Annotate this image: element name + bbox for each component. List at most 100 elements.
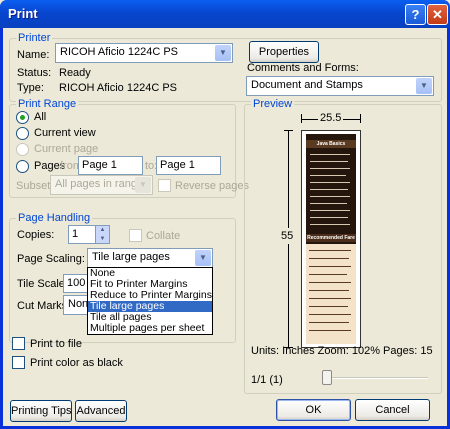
page-scaling-select[interactable]: Tile large pages ▼ [87,248,213,268]
menu-line [309,306,348,307]
page-counter: 1/1 (1) [251,374,283,386]
menu-line [310,154,350,155]
menu-line [309,298,351,299]
menu-line [310,217,348,218]
menu-line [310,161,348,162]
type-value: RICOH Aficio 1224C PS [59,82,177,94]
menu-line [310,210,350,211]
print-range-group-label: Print Range [16,98,79,110]
menu-light-section [306,244,356,344]
printer-name-label: Name: [17,49,50,61]
menu-line [309,282,351,283]
menu-line [310,224,350,225]
menu-line [310,175,346,176]
chevron-down-icon: ▼ [416,78,432,94]
subset-select[interactable]: All pages in range ▼ [50,175,153,195]
properties-button[interactable]: Properties [249,41,319,63]
all-radio[interactable] [16,111,29,124]
tile-scale-label: Tile Scale: [17,278,68,290]
menu-line [310,196,350,197]
menu-line [309,314,351,315]
copies-value: 1 [72,228,79,240]
type-label: Type: [17,82,44,94]
print-color-black-label: Print color as black [30,357,123,369]
reverse-pages-checkbox[interactable] [158,179,171,192]
menu-line [310,168,350,169]
printer-name-select[interactable]: RICOH Aficio 1224C PS ▼ [55,43,233,63]
reverse-pages-label: Reverse pages [175,180,249,192]
printing-tips-button[interactable]: Printing Tips [10,400,72,422]
collate-checkbox[interactable] [129,229,142,242]
ok-button[interactable]: OK [276,399,351,421]
help-button[interactable]: ? [405,4,426,25]
comments-forms-value: Document and Stamps [251,79,363,91]
dialog-body: Printer Name: RICOH Aficio 1224C PS ▼ Pr… [3,28,447,426]
copies-input[interactable]: 1 [68,225,96,244]
chevron-down-icon: ▼ [215,45,231,61]
menu-line [309,274,347,275]
current-view-radio[interactable] [16,127,29,140]
copies-stepper[interactable]: ▲ ▼ [96,225,110,244]
width-tick-left [301,114,302,123]
menu-line [309,250,351,251]
print-color-black-checkbox[interactable] [12,356,25,369]
scaling-option[interactable]: Multiple pages per sheet [88,323,212,334]
to-page-value: Page 1 [160,159,195,171]
height-tick-top [284,130,293,131]
menu-title-recommended: Recommended Fare [306,234,356,242]
status-value: Ready [59,67,91,79]
tile-scale-value: 100 [67,277,86,289]
preview-height-value: 55 [281,228,294,244]
copies-label: Copies: [17,229,55,241]
window-title: Print [8,6,38,21]
collate-label: Collate [146,230,181,242]
menu-line [309,258,349,259]
chevron-down-icon: ▼ [195,250,211,266]
preview-units-text: Units: Inches Zoom: 102% Pages: 15 [251,345,433,357]
menu-line [309,322,349,323]
printer-group-label: Printer [16,32,53,44]
print-to-file-checkbox[interactable] [12,337,25,350]
advanced-button[interactable]: Advanced [75,400,127,422]
menu-line [309,330,351,331]
menu-line [310,189,348,190]
current-page-radio[interactable] [16,143,29,156]
menu-line [309,290,349,291]
comments-forms-select[interactable]: Document and Stamps ▼ [246,76,434,96]
from-page-input[interactable]: Page 1 [78,156,143,175]
page-scaling-value: Tile large pages [92,251,170,263]
subset-value: All pages in range [55,178,144,190]
page-slider-track[interactable] [328,377,428,379]
print-dialog: Print ? ✕ Printer Name: RICOH Aficio 122… [0,0,450,429]
pages-radio[interactable] [16,160,29,173]
menu-line [310,182,350,183]
width-tick-right [360,114,361,123]
chevron-down-icon: ▼ [135,177,151,193]
page-scaling-label: Page Scaling: [17,253,85,265]
close-button[interactable]: ✕ [427,4,448,25]
page-handling-group-label: Page Handling [16,212,93,224]
to-page-input[interactable]: Page 1 [156,156,221,175]
all-label: All [34,111,47,123]
menu-title-java-basics: Java Basics [306,140,356,148]
status-label: Status: [17,67,52,79]
page-scaling-dropdown[interactable]: None Fit to Printer Margins Reduce to Pr… [87,267,213,335]
print-to-file-label: Print to file [30,338,82,350]
menu-image: Java Basics Recommended Fare [306,134,356,344]
stepper-down-icon: ▼ [99,236,106,242]
menu-line [309,266,351,267]
page-preview: Java Basics Recommended Fare [301,130,361,348]
from-page-value: Page 1 [82,159,117,171]
current-page-label: Current page [34,143,99,155]
subset-label: Subset: [16,180,54,192]
stepper-up-icon: ▲ [99,227,106,233]
current-view-label: Current view [34,127,96,139]
page-slider-thumb[interactable] [322,370,332,385]
cancel-button[interactable]: Cancel [355,399,430,421]
title-bar[interactable]: Print ? ✕ [0,0,450,28]
preview-group-label: Preview [251,98,295,110]
comments-forms-label: Comments and Forms: [247,62,359,74]
preview-width-value: 25.5 [318,112,344,124]
printer-name-value: RICOH Aficio 1224C PS [60,46,178,58]
menu-line [310,203,347,204]
